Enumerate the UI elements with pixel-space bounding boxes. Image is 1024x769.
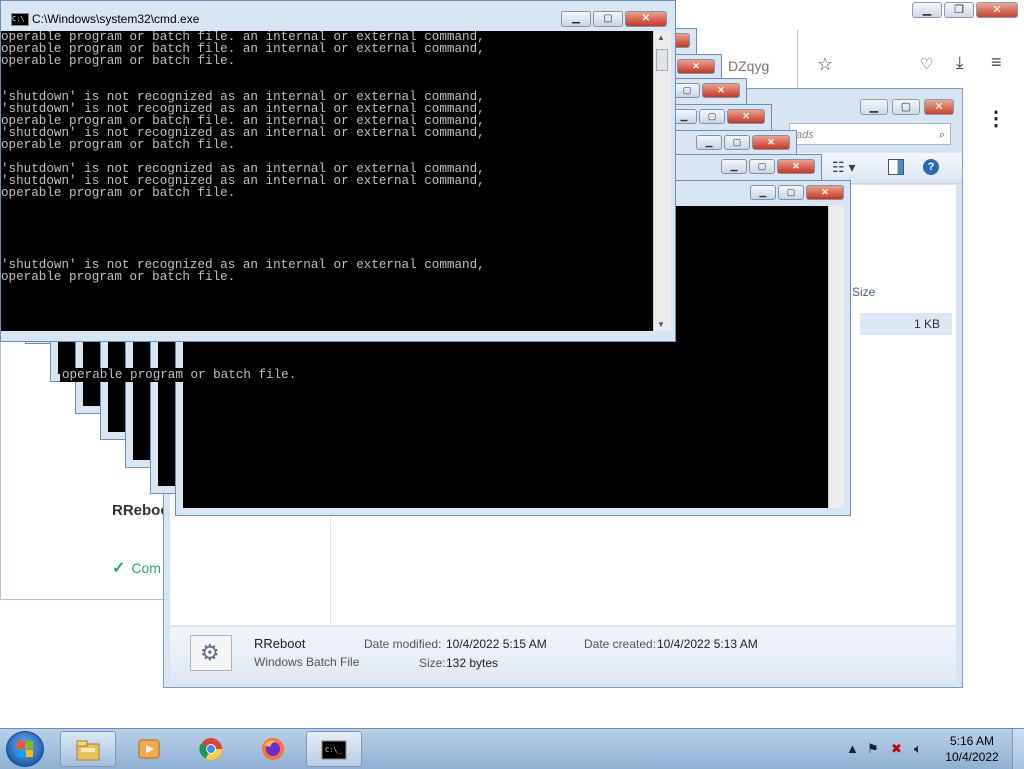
taskbar-explorer[interactable] [60,731,116,767]
scroll-down-icon[interactable]: ▼ [657,320,665,329]
cmd-window-title: C:\Windows\system32\cmd.exe [32,12,200,26]
explorer-window-controls: ▁ ▢ ✕ [860,99,954,115]
vertical-scrollbar[interactable]: ▲ ▼ [653,31,671,331]
details-pane: ⚙ RReboot Windows Batch File Date modifi… [170,627,956,683]
maximize-button[interactable]: ▢ [749,159,775,174]
close-button[interactable]: ✕ [625,11,667,27]
close-button[interactable]: ✕ [806,185,844,200]
chrome-icon [199,738,222,760]
maximize-button[interactable]: ▢ [778,185,804,200]
taskbar-chrome[interactable] [184,731,240,767]
details-file-type: Windows Batch File [254,655,360,669]
date-modified-value: 10/4/2022 5:15 AM [446,637,547,651]
maximize-button[interactable]: ▢ [699,109,725,124]
maximize-button[interactable]: ▢ [892,99,920,115]
details-file-name: RReboot [254,636,306,651]
status-text: ✓ Com [112,558,161,578]
network-disconnected-icon[interactable]: ✖ [891,741,902,757]
close-button[interactable]: ✕ [677,59,715,74]
kebab-menu-icon[interactable]: ⋮ [986,106,1006,131]
maximize-button[interactable]: ▢ [593,11,623,27]
view-options-icon[interactable]: ☷ ▾ [832,159,855,176]
maximize-button[interactable]: ▢ [674,83,700,98]
gear-icon: ⚙ [200,640,220,665]
taskbar-cmd[interactable]: C:\_ [306,731,362,767]
size-label: Size: [419,656,446,670]
minimize-button[interactable]: ▁ [696,135,722,150]
cmd-titlebar[interactable]: C:\ C:\Windows\system32\cmd.exe ▁ ▢ ✕ [1,1,675,31]
minimize-button[interactable]: ▁ [721,159,747,174]
download-icon[interactable]: ⤓ [956,53,964,73]
window-controls: ▁▢✕ [721,159,815,174]
minimize-button[interactable]: ▁ [860,99,888,115]
bookmark-star-icon[interactable]: ☆ [817,54,833,75]
close-button[interactable]: ✕ [924,99,954,115]
browser-window-controls: ▁ ❐ ✕ [912,2,1018,18]
console-output[interactable]: operable program or batch file. an inter… [1,31,653,331]
taskbar-media-player[interactable] [122,731,178,767]
close-button[interactable]: ✕ [777,159,815,174]
svg-text:C:\_: C:\_ [325,746,343,754]
minimize-button[interactable]: ▁ [561,11,591,27]
close-button[interactable]: ✕ [752,135,790,150]
restore-button[interactable]: ❐ [944,2,974,18]
help-icon[interactable]: ? [923,159,939,175]
window-controls: ▁▢✕ [671,109,765,124]
status-label: Com [131,560,161,576]
window-controls: ▁▢✕ [696,135,790,150]
close-button[interactable]: ✕ [976,2,1018,18]
action-center-icon[interactable]: ⚑ [867,741,879,757]
scroll-up-icon[interactable]: ▲ [657,33,665,42]
cmd-window-controls: ▁ ▢ ✕ [561,11,667,27]
preview-pane-icon[interactable] [888,159,904,175]
clock[interactable]: 5:16 AM 10/4/2022 [936,733,1008,765]
explorer-icon [76,740,100,761]
window-controls: ▁▢✕ [750,185,844,200]
date-created-value: 10/4/2022 5:13 AM [657,637,758,651]
scrollbar-thumb[interactable] [656,49,668,71]
address-bar[interactable]: DZqyg [728,58,769,74]
search-placeholder: ads [796,129,814,141]
console-output-fragment: operable program or batch file. [60,368,299,382]
firefox-icon [262,738,284,760]
media-player-icon [138,739,160,759]
clock-time: 5:16 AM [949,734,995,748]
file-size-cell[interactable]: 1 KB [860,313,952,335]
cmd-window[interactable]: C:\ C:\Windows\system32\cmd.exe ▁ ▢ ✕ op… [0,0,676,342]
date-created-label: Date created: [584,637,657,651]
minimize-button[interactable]: ▁ [912,2,942,18]
cmd-icon: C:\_ [321,740,347,760]
search-icon[interactable]: ⌕ [939,124,945,146]
size-value: 132 bytes [446,656,499,670]
date-modified-label: Date modified: [364,637,442,651]
column-header-size[interactable]: Size [852,285,875,299]
show-desktop-button[interactable] [1012,729,1024,769]
pocket-icon[interactable]: ♡ [920,55,933,73]
clock-date: 10/4/2022 [945,750,999,764]
taskbar-firefox[interactable] [246,731,302,767]
cmd-app-icon: C:\ [11,13,29,26]
console-text: operable program or batch file. an inter… [1,31,485,284]
search-input[interactable]: ads ⌕ [789,123,951,145]
close-button[interactable]: ✕ [727,109,765,124]
windows-logo-icon [17,741,33,757]
maximize-button[interactable]: ▢ [724,135,750,150]
check-icon: ✓ [112,560,126,577]
hamburger-menu-icon[interactable]: ≡ [991,52,1002,73]
taskbar: C:\_ ▲ ⚑ ✖ 🔈︎ 5:16 AM 10/4/2022 [0,728,1024,769]
close-button[interactable]: ✕ [702,83,740,98]
vertical-scrollbar[interactable] [828,206,844,508]
show-hidden-icons-icon[interactable]: ▲ [846,741,859,756]
batch-file-icon: ⚙ [190,635,232,671]
volume-icon[interactable]: 🔈︎ [914,741,922,757]
start-button[interactable] [6,731,44,767]
minimize-button[interactable]: ▁ [750,185,776,200]
